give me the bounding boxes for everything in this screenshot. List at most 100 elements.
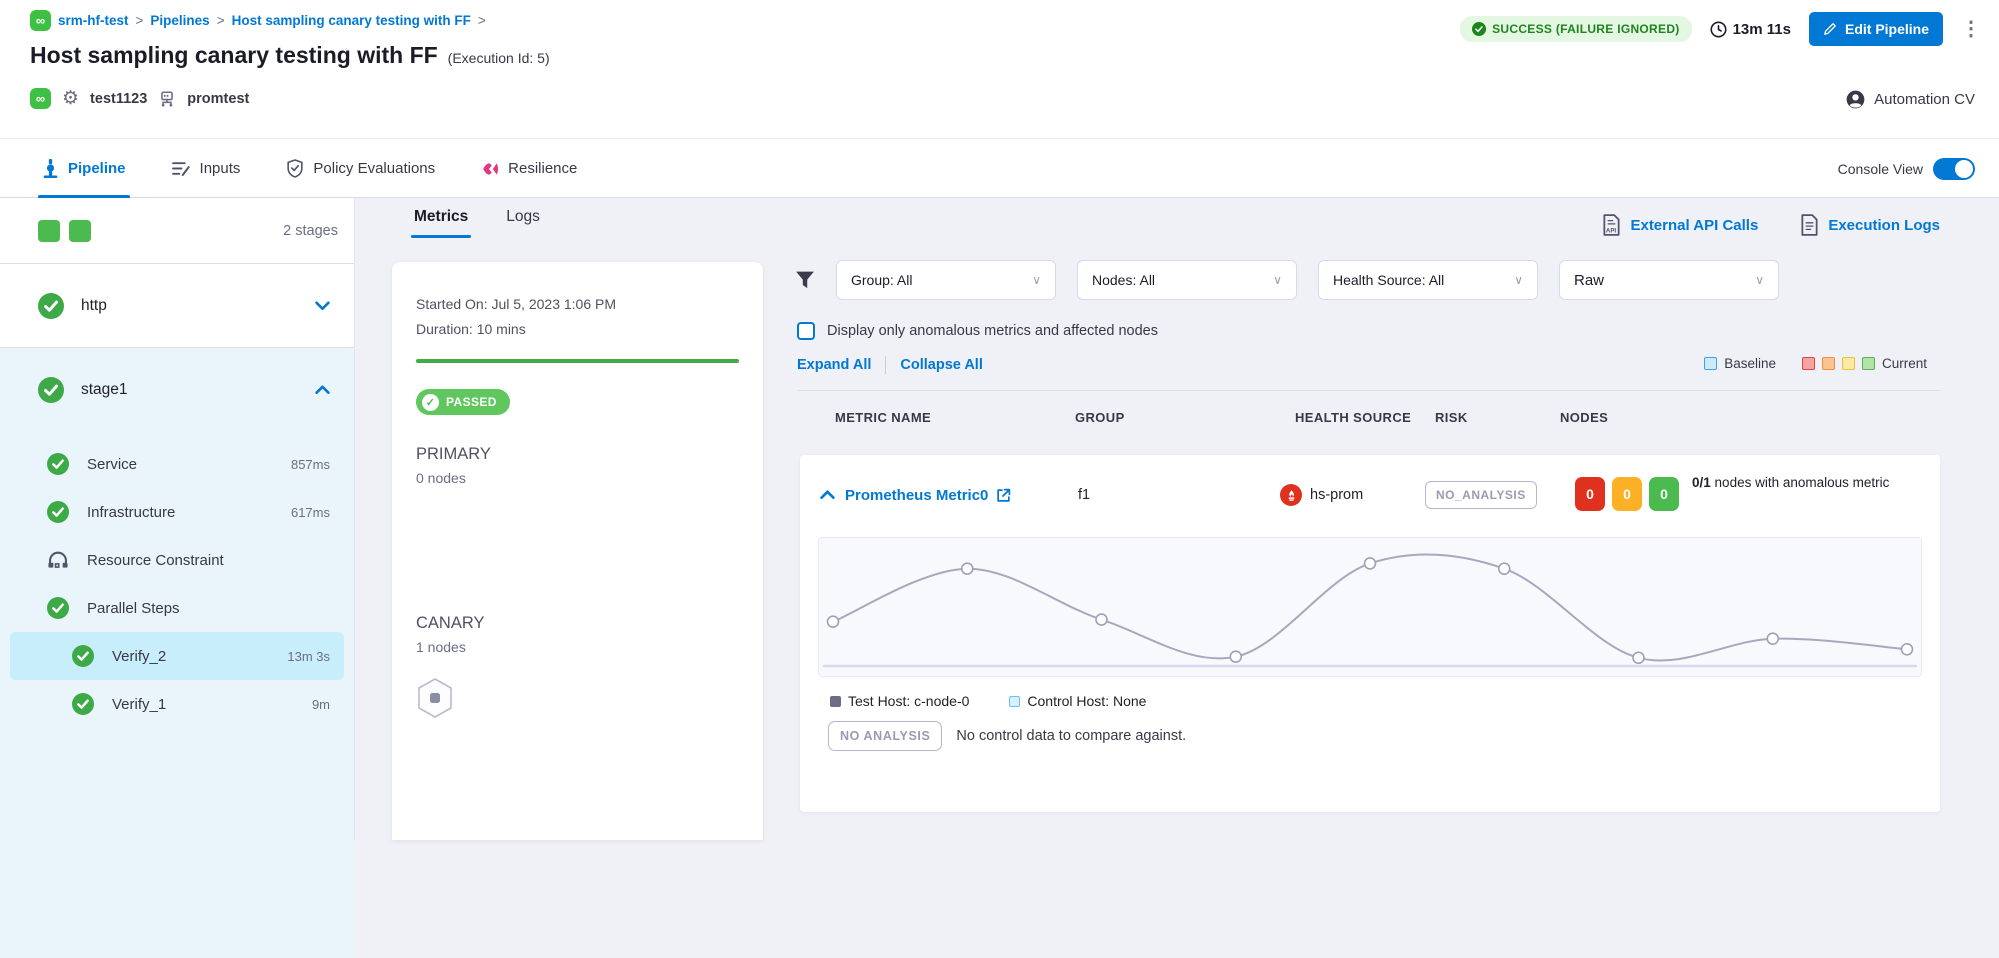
- canary-node-hexagon-icon[interactable]: [416, 677, 454, 719]
- step-duration: 857ms: [291, 457, 330, 472]
- control-host-legend[interactable]: Control Host: None: [1009, 693, 1146, 709]
- health-source-filter-dropdown[interactable]: Health Source: All∨: [1318, 260, 1538, 300]
- data-mode-dropdown[interactable]: Raw∨: [1559, 260, 1779, 300]
- step-row-verify-2[interactable]: Verify_2 13m 3s: [10, 632, 344, 680]
- col-metric-name: METRIC NAME: [835, 410, 931, 425]
- test-host-legend[interactable]: Test Host: c-node-0: [830, 693, 969, 709]
- breadcrumb-pipelines[interactable]: Pipelines: [150, 13, 209, 28]
- tab-inputs[interactable]: Inputs: [172, 139, 241, 198]
- collapse-all-link[interactable]: Collapse All: [900, 357, 982, 373]
- step-row-verify-1[interactable]: Verify_1 9m: [10, 680, 344, 728]
- risk-orange-swatch: [1822, 357, 1835, 370]
- tab-pipeline[interactable]: Pipeline: [42, 139, 126, 198]
- step-duration: 617ms: [291, 505, 330, 520]
- edit-pipeline-button[interactable]: Edit Pipeline: [1809, 12, 1943, 46]
- stage-row-stage1[interactable]: stage1: [0, 348, 354, 432]
- breadcrumb-project[interactable]: srm-hf-test: [58, 13, 129, 28]
- breadcrumb-pipeline-name[interactable]: Host sampling canary testing with FF: [232, 13, 471, 28]
- collapse-metric-chevron[interactable]: [820, 477, 835, 513]
- anomalous-only-checkbox[interactable]: [797, 322, 815, 340]
- step-name: Infrastructure: [87, 504, 175, 521]
- canary-group-label: CANARY: [416, 614, 739, 633]
- stage-status-squares: [38, 220, 91, 242]
- baseline-swatch: [1704, 357, 1717, 370]
- analysis-status-row: NO ANALYSIS No control data to compare a…: [828, 721, 1186, 751]
- inputs-icon: [172, 160, 191, 177]
- step-name: Verify_1: [112, 696, 166, 713]
- tab-bar: Pipeline Inputs Policy Evaluations Resil…: [0, 138, 1999, 198]
- chevron-down-icon: ∨: [1273, 273, 1282, 287]
- legend-baseline: Baseline: [1704, 356, 1776, 371]
- started-on: Started On: Jul 5, 2023 1:06 PM: [416, 296, 739, 312]
- chevron-down-icon: ∨: [1755, 273, 1764, 287]
- environment-icon: [158, 90, 176, 108]
- filter-funnel-icon[interactable]: [795, 270, 815, 290]
- step-name: Resource Constraint: [87, 552, 224, 569]
- step-row-service[interactable]: Service 857ms: [0, 440, 354, 488]
- environment-name[interactable]: promtest: [187, 91, 249, 107]
- api-document-icon: API: [1602, 214, 1621, 236]
- success-check-icon: [72, 645, 94, 667]
- chart-color-legend: Baseline Current: [1704, 356, 1927, 371]
- more-options-menu[interactable]: ⋮: [1961, 25, 1975, 34]
- success-check-icon: [1472, 22, 1486, 36]
- harness-logo-icon: ∞: [30, 10, 51, 31]
- chevron-up-icon[interactable]: [315, 385, 330, 395]
- console-view-toggle[interactable]: [1933, 158, 1975, 180]
- tab-metrics[interactable]: Metrics: [414, 208, 468, 238]
- tabs: Pipeline Inputs Policy Evaluations Resil…: [42, 139, 577, 198]
- chevron-down-icon: ∨: [1514, 273, 1523, 287]
- chevron-down-icon[interactable]: [315, 301, 330, 311]
- metric-name-link[interactable]: Prometheus Metric0: [845, 477, 1011, 513]
- node-count-red: 0: [1575, 477, 1605, 511]
- passed-check-icon: ✓: [422, 394, 439, 411]
- verification-duration: Duration: 10 mins: [416, 321, 739, 337]
- current-swatches: [1802, 357, 1875, 370]
- external-api-calls-link[interactable]: API External API Calls: [1602, 214, 1758, 236]
- nodes-summary: 0/1 nodes with anomalous metric: [1692, 473, 1942, 493]
- document-icon: [1800, 214, 1819, 236]
- resilience-icon: [481, 160, 499, 178]
- breadcrumb-separator: >: [478, 13, 486, 28]
- col-health-source: HEALTH SOURCE: [1295, 410, 1411, 425]
- service-name[interactable]: test1123: [90, 91, 147, 107]
- stage-row-http[interactable]: http: [0, 264, 354, 348]
- external-link-icon[interactable]: [996, 488, 1011, 503]
- passed-badge: ✓ PASSED: [416, 389, 510, 415]
- step-row-infrastructure[interactable]: Infrastructure 617ms: [0, 488, 354, 536]
- toggle-knob: [1955, 160, 1973, 178]
- execution-logs-link[interactable]: Execution Logs: [1800, 214, 1940, 236]
- risk-green-swatch: [1862, 357, 1875, 370]
- node-count-yellow: 0: [1612, 477, 1642, 511]
- risk-badge: NO_ANALYSIS: [1425, 481, 1537, 509]
- metric-chart-svg: [819, 538, 1921, 676]
- tab-logs[interactable]: Logs: [506, 208, 540, 238]
- success-check-icon: [47, 501, 69, 523]
- risk-red-swatch: [1802, 357, 1815, 370]
- success-check-icon: [38, 377, 64, 403]
- nodes-filter-dropdown[interactable]: Nodes: All∨: [1077, 260, 1297, 300]
- stages-summary: 2 stages: [0, 198, 354, 264]
- svg-text:API: API: [1606, 227, 1617, 234]
- metric-row: Prometheus Metric0 f1 hs-prom N: [800, 477, 1940, 513]
- anomalous-only-label: Display only anomalous metrics and affec…: [827, 323, 1158, 339]
- step-name: Parallel Steps: [87, 600, 180, 617]
- pipeline-meta: ∞ ⚙ test1123 promtest: [30, 88, 249, 109]
- app-header: ∞ srm-hf-test > Pipelines > Host samplin…: [0, 0, 1999, 138]
- success-check-icon: [72, 693, 94, 715]
- group-filter-dropdown[interactable]: Group: All∨: [836, 260, 1056, 300]
- success-check-icon: [47, 597, 69, 619]
- step-row-resource-constraint[interactable]: Resource Constraint: [0, 536, 354, 584]
- canary-node-count: 1 nodes: [416, 639, 739, 655]
- resource-constraint-icon: [47, 549, 69, 571]
- risk-cell: NO_ANALYSIS: [1425, 477, 1537, 513]
- col-group: GROUP: [1075, 410, 1125, 425]
- tab-resilience[interactable]: Resilience: [481, 139, 577, 198]
- tab-policy-evaluations[interactable]: Policy Evaluations: [286, 139, 435, 198]
- expand-all-link[interactable]: Expand All: [797, 357, 871, 373]
- metrics-table-header: METRIC NAME GROUP HEALTH SOURCE RISK NOD…: [763, 410, 1999, 436]
- step-duration: 9m: [312, 697, 330, 712]
- metric-chart[interactable]: [818, 537, 1922, 677]
- header-actions: SUCCESS (FAILURE IGNORED) 13m 11s Edit P…: [1460, 12, 1975, 46]
- step-row-parallel-steps[interactable]: Parallel Steps: [0, 584, 354, 632]
